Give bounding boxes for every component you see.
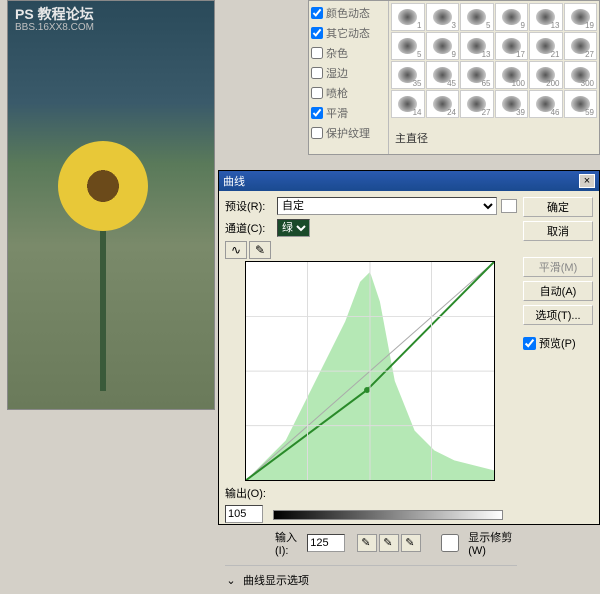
histogram-silhouette	[246, 262, 494, 480]
brush-preset-cell[interactable]	[529, 61, 563, 89]
brush-option-checkbox[interactable]	[311, 67, 323, 79]
show-clipping-checkbox[interactable]	[435, 534, 465, 552]
input-label: 输入(I):	[275, 529, 303, 557]
brush-preset-cell[interactable]	[495, 3, 529, 31]
brush-option-label: 颜色动态	[326, 5, 370, 21]
brush-preset-cell[interactable]	[391, 32, 425, 60]
brush-preset-cell[interactable]	[391, 61, 425, 89]
photo-image	[7, 0, 215, 410]
display-options-section[interactable]: ⌄ 曲线显示选项	[225, 565, 517, 588]
preview-row[interactable]: 预览(P)	[523, 335, 593, 351]
curve-pencil-tool-icon[interactable]: ✎	[249, 241, 271, 259]
auto-button[interactable]: 自动(A)	[523, 281, 593, 301]
display-options-label: 曲线显示选项	[243, 572, 309, 588]
sunflower-graphic	[58, 141, 148, 231]
stem-graphic	[100, 231, 106, 391]
brush-option-0[interactable]: 颜色动态	[311, 3, 386, 23]
document-canvas: PS 教程论坛 BBS.16XX8.COM	[7, 0, 215, 410]
brush-preset-cell[interactable]	[529, 90, 563, 118]
curve-spline-tool-icon[interactable]: ∿	[225, 241, 247, 259]
brush-option-label: 杂色	[326, 45, 348, 61]
brush-preset-cell[interactable]	[426, 61, 460, 89]
preview-label: 预览(P)	[539, 335, 576, 351]
smooth-button: 平滑(M)	[523, 257, 593, 277]
preset-menu-icon[interactable]	[501, 199, 517, 213]
photo-watermark-sub: BBS.16XX8.COM	[15, 22, 94, 33]
brush-preset-cell[interactable]	[564, 61, 598, 89]
brush-preset-cell[interactable]	[391, 3, 425, 31]
chevron-down-icon[interactable]: ⌄	[225, 574, 237, 587]
brush-preset-cell[interactable]	[564, 32, 598, 60]
input-field[interactable]	[307, 534, 345, 552]
photo-watermark-title: PS 教程论坛	[15, 4, 94, 24]
eyedropper-white-icon[interactable]	[401, 534, 421, 552]
brush-option-3[interactable]: 湿边	[311, 63, 386, 83]
channel-select[interactable]: 绿	[277, 219, 310, 237]
brush-panel: 颜色动态其它动态杂色湿边喷枪平滑保护纹理	[308, 0, 600, 155]
brush-preset-cell[interactable]	[426, 90, 460, 118]
preset-label: 预设(R):	[225, 198, 273, 214]
brush-preset-cell[interactable]	[426, 32, 460, 60]
brush-preset-cell[interactable]	[564, 90, 598, 118]
brush-option-6[interactable]: 保护纹理	[311, 123, 386, 143]
brush-preset-cell[interactable]	[391, 90, 425, 118]
brush-preset-cell[interactable]	[529, 3, 563, 31]
brush-preset-cell[interactable]	[460, 32, 494, 60]
brush-option-checkbox[interactable]	[311, 87, 323, 99]
cancel-button[interactable]: 取消	[523, 221, 593, 241]
output-gradient	[273, 510, 503, 520]
brush-preset-cell[interactable]	[529, 32, 563, 60]
brush-option-5[interactable]: 平滑	[311, 103, 386, 123]
close-icon[interactable]: ×	[579, 174, 595, 188]
brush-option-checkbox[interactable]	[311, 127, 323, 139]
brush-option-checkbox[interactable]	[311, 47, 323, 59]
show-clipping-row[interactable]: 显示修剪(W)	[435, 529, 517, 557]
brush-option-1[interactable]: 其它动态	[311, 23, 386, 43]
brush-option-label: 保护纹理	[326, 125, 370, 141]
eyedropper-black-icon[interactable]	[357, 534, 377, 552]
brush-option-label: 喷枪	[326, 85, 348, 101]
output-label: 输出(O):	[225, 485, 266, 501]
brush-preset-cell[interactable]	[460, 90, 494, 118]
brush-preset-cell[interactable]	[495, 90, 529, 118]
brush-option-checkbox[interactable]	[311, 107, 323, 119]
brush-option-label: 湿边	[326, 65, 348, 81]
brush-option-2[interactable]: 杂色	[311, 43, 386, 63]
dialog-titlebar[interactable]: 曲线 ×	[219, 171, 599, 191]
brush-preset-cell[interactable]	[460, 3, 494, 31]
curves-graph[interactable]	[245, 261, 495, 481]
brush-option-label: 其它动态	[326, 25, 370, 41]
dialog-title: 曲线	[223, 173, 245, 189]
brush-preset-cell[interactable]	[426, 3, 460, 31]
brush-option-4[interactable]: 喷枪	[311, 83, 386, 103]
brush-option-checkbox[interactable]	[311, 7, 323, 19]
brush-preset-cell[interactable]	[564, 3, 598, 31]
brush-diameter-label: 主直径	[395, 130, 428, 146]
brush-option-checkbox[interactable]	[311, 27, 323, 39]
curves-dialog: 曲线 × 预设(R): 自定 通道(C): 绿 ∿ ✎	[218, 170, 600, 525]
show-clipping-label: 显示修剪(W)	[468, 529, 517, 557]
options-button[interactable]: 选项(T)...	[523, 305, 593, 325]
brush-options-list: 颜色动态其它动态杂色湿边喷枪平滑保护纹理	[309, 1, 389, 154]
ok-button[interactable]: 确定	[523, 197, 593, 217]
brush-option-label: 平滑	[326, 105, 348, 121]
channel-label: 通道(C):	[225, 220, 273, 236]
brush-preset-cell[interactable]	[495, 61, 529, 89]
output-field[interactable]	[225, 505, 263, 523]
eyedropper-group	[357, 534, 421, 552]
preview-checkbox[interactable]	[523, 337, 536, 350]
eyedropper-gray-icon[interactable]	[379, 534, 399, 552]
preset-select[interactable]: 自定	[277, 197, 497, 215]
brush-preset-cell[interactable]	[495, 32, 529, 60]
brush-preset-cell[interactable]	[460, 61, 494, 89]
